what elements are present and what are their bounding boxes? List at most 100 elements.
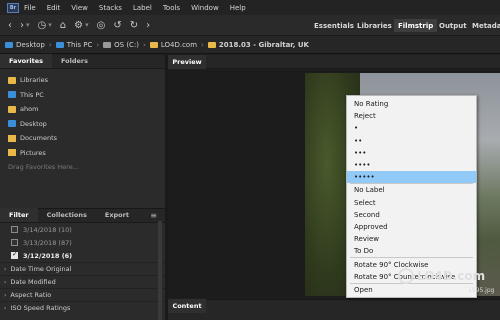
filter-checkbox[interactable] — [11, 239, 18, 246]
chevron-right-icon: › — [4, 278, 7, 286]
filter-count: (10) — [58, 225, 72, 234]
nav-right-icon[interactable]: › — [146, 20, 150, 31]
menu-tools[interactable]: Tools — [163, 4, 180, 12]
filter-label: 3/14/2018 — [23, 225, 57, 234]
chevron-down-icon[interactable]: ▾ — [26, 21, 30, 29]
menu-help[interactable]: Help — [230, 4, 246, 12]
menu-item-reject[interactable]: Reject — [347, 110, 476, 122]
pictures-icon — [8, 149, 16, 157]
filter-section-date-modified[interactable]: › Date Modified — [0, 275, 165, 288]
tab-filter[interactable]: Filter — [0, 208, 38, 222]
menu-item-review[interactable]: Review — [347, 233, 476, 245]
favorites-hint: Drag Favorites Here... — [8, 163, 79, 171]
preview-panel-header — [168, 55, 500, 69]
breadcrumb: Desktop › This PC › OS (C:) › LO4D.com ›… — [0, 36, 500, 54]
filter-scrollbar[interactable] — [158, 221, 162, 320]
folder-icon — [8, 105, 16, 113]
menu-item-no-rating[interactable]: No Rating — [347, 98, 476, 110]
favorite-label: Desktop — [20, 119, 47, 128]
menu-stacks[interactable]: Stacks — [99, 4, 122, 12]
watermark: LO4D.com — [398, 268, 485, 284]
back-icon[interactable]: ‹ — [8, 20, 12, 31]
filter-section-aspect-ratio[interactable]: › Aspect Ratio — [0, 288, 165, 301]
favorite-libraries[interactable]: Libraries — [0, 73, 165, 88]
breadcrumb-lo4d[interactable]: LO4D.com — [149, 41, 197, 49]
workspace-output[interactable]: Output — [439, 19, 467, 32]
filter-section-iso-speed[interactable]: › ISO Speed Ratings — [0, 301, 165, 314]
tab-content[interactable]: Content — [168, 299, 206, 313]
workspace-libraries[interactable]: Libraries — [357, 19, 392, 32]
recent-dropdown-icon[interactable]: ▾ — [48, 21, 52, 29]
menu-window[interactable]: Window — [191, 4, 219, 12]
favorite-label: This PC — [20, 90, 44, 99]
camera-icon[interactable]: ⌂ — [60, 20, 66, 31]
menu-item-rating-4[interactable]: •••• — [347, 159, 476, 171]
workspace-essentials[interactable]: Essentials — [314, 19, 354, 32]
filter-checkbox[interactable] — [11, 226, 18, 233]
watermark-logo-icon — [398, 268, 414, 284]
camera-raw-icon[interactable]: ◎ — [97, 20, 106, 31]
filter-count: (87) — [58, 238, 72, 247]
refine-dropdown-icon[interactable]: ▾ — [85, 21, 89, 29]
menu-item-rating-5[interactable]: ••••• — [347, 171, 476, 184]
favorite-this-pc[interactable]: This PC — [0, 88, 165, 103]
filter-section-label: ISO Speed Ratings — [10, 304, 71, 312]
workspace-metadata[interactable]: Metadata — [472, 19, 500, 32]
filter-section-date-time-original[interactable]: › Date Time Original — [0, 262, 165, 275]
menu-item-rating-3[interactable]: ••• — [347, 147, 476, 159]
breadcrumb-current-folder[interactable]: 2018.03 - Gibraltar, UK — [207, 41, 309, 49]
refine-icon[interactable]: ⚙ — [74, 20, 83, 31]
content-panel-header — [168, 299, 500, 320]
preview-filename: 1595.jpg — [468, 287, 495, 294]
menu-label[interactable]: Label — [133, 4, 152, 12]
favorite-documents[interactable]: Documents — [0, 131, 165, 146]
filter-item[interactable]: 3/14/2018 (10) — [0, 223, 165, 236]
favorite-label: ahom — [20, 105, 39, 114]
favorite-desktop[interactable]: Desktop — [0, 117, 165, 132]
forward-icon[interactable]: › — [20, 20, 24, 31]
menu-edit[interactable]: Edit — [47, 4, 61, 12]
breadcrumb-separator-icon: › — [143, 40, 146, 49]
panel-menu-icon[interactable]: ≡ — [150, 211, 157, 220]
folder-icon — [149, 41, 158, 48]
menu-file[interactable]: File — [24, 4, 36, 12]
menu-item-approved[interactable]: Approved — [347, 221, 476, 233]
tab-folders[interactable]: Folders — [52, 54, 97, 68]
recent-icon[interactable]: ◷ — [38, 20, 47, 31]
favorite-label: Pictures — [20, 148, 46, 157]
filter-checkbox-checked[interactable] — [11, 250, 18, 259]
breadcrumb-desktop[interactable]: Desktop — [5, 41, 45, 49]
tab-favorites[interactable]: Favorites — [0, 54, 52, 68]
favorite-pictures[interactable]: Pictures — [0, 146, 165, 161]
menu-item-to-do[interactable]: To Do — [347, 245, 476, 257]
menu-item-rating-1[interactable]: • — [347, 122, 476, 134]
workspace-filmstrip[interactable]: Filmstrip — [394, 19, 438, 32]
menu-item-rating-2[interactable]: •• — [347, 135, 476, 147]
pc-icon — [55, 41, 64, 48]
app-logo: Br — [7, 2, 19, 13]
menu-item-no-label[interactable]: No Label — [347, 184, 476, 196]
breadcrumb-separator-icon: › — [201, 40, 204, 49]
tab-export[interactable]: Export — [96, 208, 138, 222]
tab-preview[interactable]: Preview — [168, 55, 206, 69]
breadcrumb-label: This PC — [66, 40, 93, 49]
filter-label: 3/13/2018 — [23, 238, 57, 247]
menu-view[interactable]: View — [71, 4, 88, 12]
breadcrumb-separator-icon: › — [96, 40, 100, 49]
drive-icon — [103, 41, 112, 48]
rotate-left-icon[interactable]: ↺ — [113, 20, 121, 31]
menu-item-select[interactable]: Select — [347, 197, 476, 209]
tab-collections[interactable]: Collections — [38, 208, 96, 222]
favorite-ahom[interactable]: ahom — [0, 102, 165, 117]
breadcrumb-this-pc[interactable]: This PC — [55, 40, 93, 49]
menu-item-open[interactable]: Open — [347, 284, 476, 296]
chevron-right-icon: › — [4, 304, 7, 312]
filter-section-label: Aspect Ratio — [10, 291, 52, 299]
menu-item-second[interactable]: Second — [347, 209, 476, 221]
filter-panel: Filter Collections Export ≡ 3/14/2018 (1… — [0, 208, 165, 320]
filter-item[interactable]: 3/13/2018 (87) — [0, 236, 165, 249]
filter-label: 3/12/2018 — [23, 251, 60, 260]
breadcrumb-drive[interactable]: OS (C:) — [103, 41, 139, 49]
filter-item[interactable]: 3/12/2018 (6) — [0, 249, 165, 262]
rotate-right-icon[interactable]: ↻ — [130, 20, 138, 31]
